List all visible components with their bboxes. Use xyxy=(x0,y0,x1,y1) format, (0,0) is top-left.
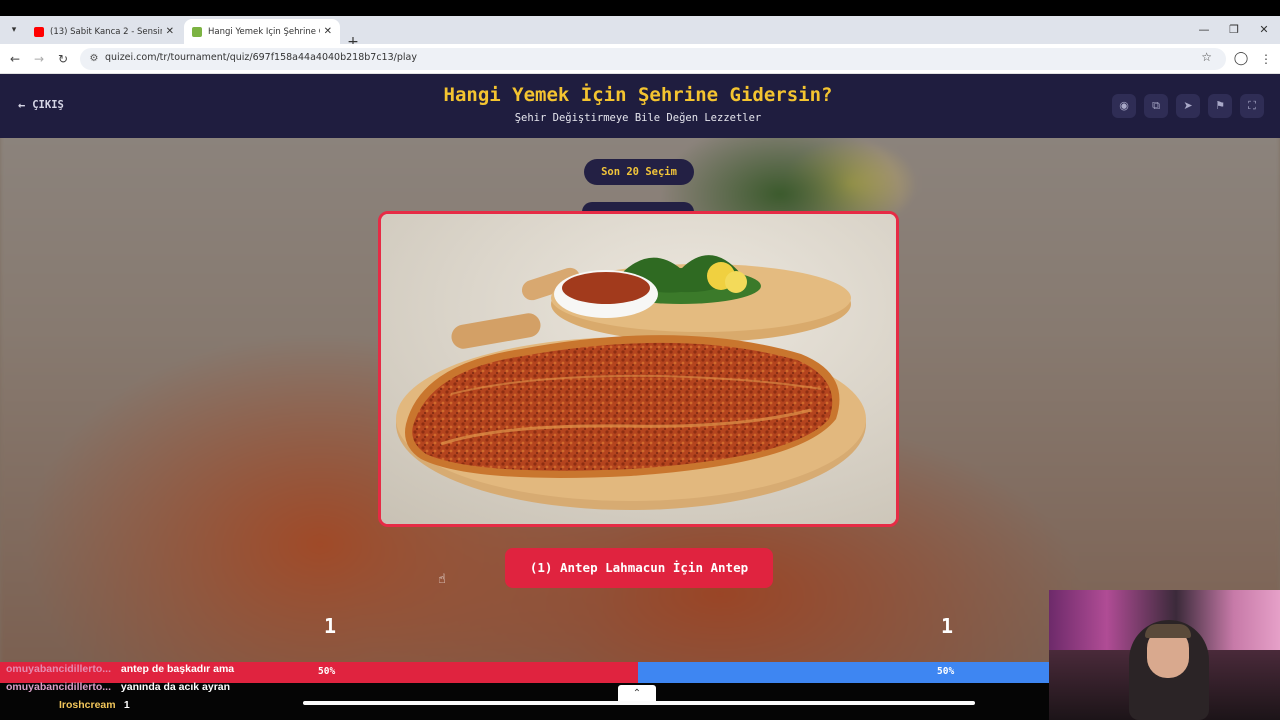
tab-youtube[interactable]: (13) Sabit Kanca 2 - Sensin Adem ✕ xyxy=(26,19,182,44)
back-arrow-icon[interactable]: ← xyxy=(6,50,24,68)
chat-text: 1 xyxy=(123,699,130,711)
quiz-header: ← ÇIKIŞ Hangi Yemek İçin Şehrine Gidersi… xyxy=(0,74,1280,138)
choice-image-card[interactable] xyxy=(378,211,899,527)
chat-message: omuyabancidillerto... antep de başkadır … xyxy=(6,663,234,675)
right-vote-percent: 50% xyxy=(937,666,955,677)
chat-username: omuyabancidillerto... xyxy=(6,663,112,675)
chat-username: omuyabancidillerto... xyxy=(6,681,112,693)
round-badge: Son 20 Seçim xyxy=(584,159,694,185)
left-vote-percent: 50% xyxy=(318,666,336,677)
url-field[interactable]: ⚙ quizei.com/tr/tournament/quiz/697f158a… xyxy=(80,48,1226,70)
quiz-title: Hangi Yemek İçin Şehrine Gidersin? xyxy=(443,84,833,106)
chat-username: Iroshcream xyxy=(59,699,116,711)
address-bar: ← → ↻ ⚙ quizei.com/tr/tournament/quiz/69… xyxy=(0,44,1280,74)
site-info-icon[interactable]: ⚙ xyxy=(86,51,102,67)
restore-icon[interactable]: ❐ xyxy=(1219,16,1249,44)
close-icon[interactable]: ✕ xyxy=(166,26,174,37)
mouse-cursor-icon: ☝ xyxy=(438,572,446,587)
quiz-subtitle: Şehir Değiştirmeye Bile Değen Lezzetler xyxy=(514,112,762,124)
fullscreen-icon[interactable]: ⛶ xyxy=(1240,94,1264,118)
share-icon[interactable]: ⧉ xyxy=(1144,94,1168,118)
right-vote-count: 1 xyxy=(940,614,954,638)
tab-bar: ▾ (13) Sabit Kanca 2 - Sensin Adem ✕ Han… xyxy=(0,16,1280,49)
right-vote-bar xyxy=(638,662,1050,683)
lahmacun-image xyxy=(381,214,896,524)
webcam-overlay xyxy=(1049,590,1280,720)
tab-title: Hangi Yemek İçin Şehrine Gidersin? xyxy=(208,26,320,37)
chat-text: yanında da acık ayran xyxy=(120,681,231,693)
horizontal-scrollbar[interactable] xyxy=(303,701,975,705)
left-vote-count: 1 xyxy=(323,614,337,638)
minimize-icon[interactable]: — xyxy=(1189,16,1219,44)
url-text: quizei.com/tr/tournament/quiz/697f158a44… xyxy=(105,52,417,63)
chat-text: antep de başkadır ama xyxy=(120,663,235,675)
quizei-favicon-icon xyxy=(192,26,202,37)
streamer-hair xyxy=(1145,624,1191,638)
reload-icon[interactable]: ↻ xyxy=(54,50,72,68)
header-actions: ◉ ⧉ ➤ ⚑ ⛶ xyxy=(1112,94,1264,118)
tab-list-icon[interactable]: ▾ xyxy=(6,22,22,38)
forward-arrow-icon[interactable]: → xyxy=(30,50,48,68)
window-close-icon[interactable]: ✕ xyxy=(1249,16,1279,44)
eye-icon[interactable]: ◉ xyxy=(1112,94,1136,118)
chat-message: Iroshcream 1 xyxy=(59,699,130,711)
youtube-favicon-icon xyxy=(34,26,44,37)
tab-title: (13) Sabit Kanca 2 - Sensin Adem xyxy=(50,26,162,37)
profile-icon[interactable]: ◯ xyxy=(1232,50,1250,68)
flag-icon[interactable]: ⚑ xyxy=(1208,94,1232,118)
screen-top-border xyxy=(0,0,1280,16)
choice-button[interactable]: (1) Antep Lahmacun İçin Antep xyxy=(505,548,773,588)
send-icon[interactable]: ➤ xyxy=(1176,94,1200,118)
tab-quiz[interactable]: Hangi Yemek İçin Şehrine Gidersin? ✕ xyxy=(184,19,340,44)
bookmark-star-icon[interactable]: ☆ xyxy=(1201,50,1212,64)
chat-message: omuyabancidillerto... yanında da acık ay… xyxy=(6,681,230,693)
menu-kebab-icon[interactable]: ⋮ xyxy=(1260,50,1272,68)
close-icon[interactable]: ✕ xyxy=(324,26,332,37)
